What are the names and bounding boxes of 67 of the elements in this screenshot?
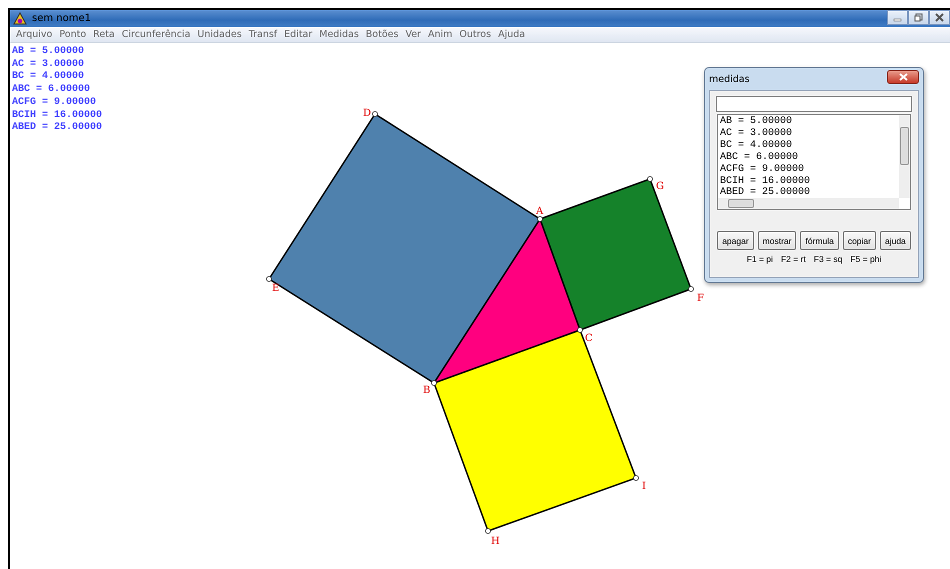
measurement-text: BC = 4.00000	[12, 71, 86, 84]
close-icon	[898, 73, 908, 81]
triangle-icon	[13, 12, 27, 25]
menu-item[interactable]: Ponto	[59, 29, 86, 40]
list-item[interactable]: ABC = 6.00000	[720, 152, 798, 164]
point-label: I	[642, 481, 646, 492]
measurement-text: ABED = 25.00000	[12, 122, 102, 135]
list-item[interactable]: BC = 4.00000	[720, 140, 792, 152]
horizontal-scrollbar[interactable]	[718, 198, 899, 209]
measurement-list[interactable]: AB = 5.00000 AC = 3.00000 BC = 4.00000 ABC = 6.00000 ACFG = 9.00000 BCIH = 16.00000 ABED = 25.00000	[717, 114, 911, 210]
point-marker[interactable]	[577, 327, 583, 333]
point-label: H	[491, 536, 500, 547]
point-label: G	[656, 181, 664, 192]
menu-item[interactable]: Reta	[93, 29, 115, 40]
menu-item[interactable]: Transf	[248, 29, 278, 40]
point-marker[interactable]	[266, 276, 272, 282]
point-marker[interactable]	[537, 216, 543, 222]
menu-item[interactable]: Arquivo	[16, 29, 52, 40]
point-marker[interactable]	[688, 286, 694, 292]
menu-item[interactable]: Ajuda	[498, 29, 526, 40]
menu-item[interactable]: Anim	[428, 29, 452, 40]
list-item[interactable]: AC = 3.00000	[720, 128, 792, 140]
list-item[interactable]: AB = 5.00000	[720, 116, 792, 128]
point-label: E	[272, 283, 280, 294]
measurement-text: BCIH = 16.00000	[12, 110, 102, 122]
dialog-button[interactable]: mostrar	[758, 231, 796, 250]
menu-item[interactable]: Ver	[405, 29, 421, 40]
measurement-text: ABC = 6.00000	[12, 84, 92, 97]
measurement-text: AC = 3.00000	[12, 58, 86, 71]
point-marker[interactable]	[372, 111, 378, 117]
dialog-button[interactable]: copiar	[842, 231, 876, 250]
close-button[interactable]	[929, 10, 950, 25]
shortcut-hint: F2 = rt	[780, 254, 806, 264]
dialog-button[interactable]: ajuda	[880, 231, 911, 250]
dialog-title: medidas	[709, 74, 750, 84]
point-marker[interactable]	[431, 380, 437, 386]
shortcut-hint: F3 = sq	[814, 254, 842, 264]
point-label: B	[423, 385, 430, 396]
point-label: A	[536, 206, 544, 217]
list-item[interactable]: ACFG = 9.00000	[720, 164, 804, 176]
point-marker[interactable]	[633, 475, 639, 481]
dialog-button[interactable]: fórmula	[800, 231, 839, 250]
menu-item[interactable]: Medidas	[319, 29, 359, 40]
menu-item[interactable]: Outros	[459, 29, 492, 40]
point-label: C	[585, 333, 593, 344]
measurement-text: AB = 5.00000	[12, 46, 86, 59]
point-label: F	[697, 293, 704, 304]
input-field[interactable]	[716, 96, 912, 112]
vertical-scrollbar[interactable]	[899, 115, 910, 198]
restore-button[interactable]	[908, 10, 929, 25]
point-marker[interactable]	[485, 528, 491, 534]
point-label: D	[363, 108, 372, 119]
menu-item[interactable]: Botões	[366, 29, 398, 40]
menu-item[interactable]: Circunferência	[122, 29, 190, 40]
menu-item[interactable]: Editar	[284, 29, 312, 40]
list-item[interactable]: BCIH = 16.00000	[720, 176, 810, 188]
close-icon	[935, 13, 944, 22]
dialog-button[interactable]: apagar	[717, 231, 754, 250]
restore-icon	[914, 13, 923, 22]
menu-item[interactable]: Unidades	[197, 29, 242, 40]
measurement-text: ACFG = 9.00000	[12, 96, 98, 110]
shortcut-hint: F5 = phi	[850, 254, 882, 264]
close-button[interactable]	[887, 70, 919, 84]
list-item[interactable]: ABED = 25.00000	[720, 187, 810, 200]
shortcut-hint: F1 = pi	[746, 254, 773, 264]
point-marker[interactable]	[647, 176, 653, 182]
window-title: sem nome1	[32, 13, 91, 24]
